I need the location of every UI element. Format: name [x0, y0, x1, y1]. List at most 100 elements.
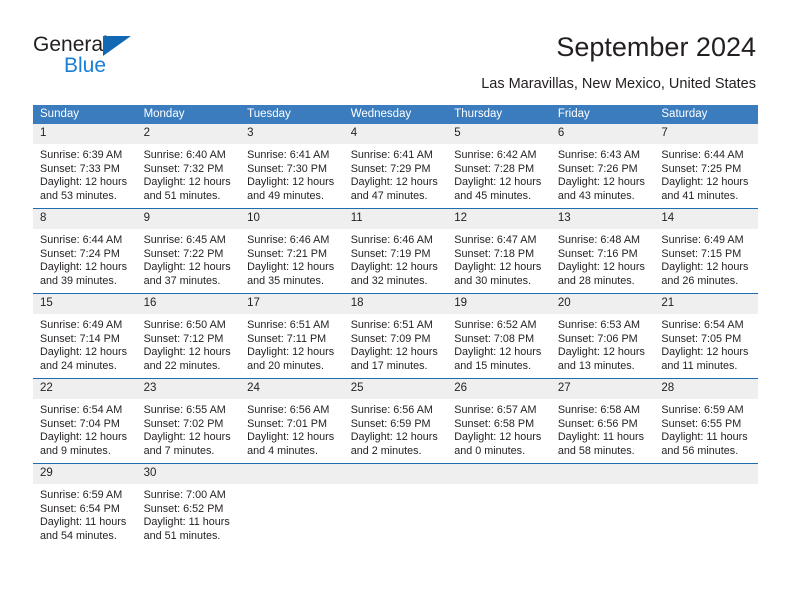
day-cell[interactable]: 1 Sunrise: 6:39 AM Sunset: 7:33 PM Dayli…: [33, 124, 137, 208]
sunrise-text: Sunrise: 6:54 AM: [661, 319, 744, 331]
sunrise-text: Sunrise: 6:41 AM: [247, 149, 330, 161]
daylight-text-line2: and 0 minutes.: [454, 444, 526, 457]
day-cell[interactable]: 19 Sunrise: 6:52 AM Sunset: 7:08 PM Dayl…: [447, 294, 551, 378]
sunrise-text: Sunrise: 6:55 AM: [143, 404, 226, 416]
day-number: 10: [240, 209, 344, 229]
day-number: 9: [136, 209, 241, 229]
day-cell[interactable]: 22 Sunrise: 6:54 AM Sunset: 7:04 PM Dayl…: [33, 379, 137, 463]
day-details: Sunrise: 6:54 AM Sunset: 7:05 PM Dayligh…: [654, 314, 758, 373]
day-cell[interactable]: 10 Sunrise: 6:46 AM Sunset: 7:21 PM Dayl…: [240, 209, 344, 293]
daylight-text-line1: Daylight: 11 hours: [661, 431, 748, 444]
sunset-text: Sunset: 7:02 PM: [143, 417, 224, 430]
daylight-text-line2: and 4 minutes.: [247, 444, 318, 457]
day-cell[interactable]: 25 Sunrise: 6:56 AM Sunset: 6:59 PM Dayl…: [343, 379, 448, 463]
daylight-text-line2: and 51 minutes.: [143, 189, 221, 202]
day-cell[interactable]: 21 Sunrise: 6:54 AM Sunset: 7:05 PM Dayl…: [654, 294, 758, 378]
daylight-text-line1: Daylight: 11 hours: [557, 431, 645, 444]
day-number: 19: [447, 294, 551, 314]
daylight-text-line2: and 20 minutes.: [247, 359, 324, 372]
day-cell[interactable]: 7 Sunrise: 6:44 AM Sunset: 7:25 PM Dayli…: [654, 124, 758, 208]
day-cell[interactable]: 2 Sunrise: 6:40 AM Sunset: 7:32 PM Dayli…: [136, 124, 241, 208]
day-number: 27: [550, 379, 655, 399]
daylight-text-line2: and 53 minutes.: [40, 189, 117, 202]
sunset-text: Sunset: 7:12 PM: [143, 332, 224, 345]
sunrise-text: Sunrise: 6:43 AM: [557, 149, 641, 161]
day-number: [550, 464, 655, 484]
day-cell[interactable]: 16 Sunrise: 6:50 AM Sunset: 7:12 PM Dayl…: [136, 294, 241, 378]
day-cell-empty: [447, 464, 551, 548]
day-number: 28: [654, 379, 758, 399]
day-cell[interactable]: 27 Sunrise: 6:58 AM Sunset: 6:56 PM Dayl…: [550, 379, 655, 463]
day-cell[interactable]: 11 Sunrise: 6:46 AM Sunset: 7:19 PM Dayl…: [343, 209, 448, 293]
daylight-text-line2: and 51 minutes.: [143, 529, 221, 542]
day-number: 14: [654, 209, 758, 229]
weekday-header-sunday: Sunday: [33, 105, 137, 124]
day-cell[interactable]: 30 Sunrise: 7:00 AM Sunset: 6:52 PM Dayl…: [136, 464, 241, 548]
day-cell[interactable]: 18 Sunrise: 6:51 AM Sunset: 7:09 PM Dayl…: [343, 294, 448, 378]
sunrise-text: Sunrise: 6:44 AM: [661, 149, 744, 161]
daylight-text-line1: Daylight: 12 hours: [454, 176, 542, 189]
day-details: Sunrise: 6:49 AM Sunset: 7:14 PM Dayligh…: [33, 314, 137, 373]
day-cell[interactable]: 9 Sunrise: 6:45 AM Sunset: 7:22 PM Dayli…: [136, 209, 241, 293]
day-cell[interactable]: 24 Sunrise: 6:56 AM Sunset: 7:01 PM Dayl…: [240, 379, 344, 463]
sunrise-text: Sunrise: 6:42 AM: [454, 149, 537, 161]
day-cell[interactable]: 29 Sunrise: 6:59 AM Sunset: 6:54 PM Dayl…: [33, 464, 137, 548]
day-cell[interactable]: 26 Sunrise: 6:57 AM Sunset: 6:58 PM Dayl…: [447, 379, 551, 463]
sunrise-text: Sunrise: 6:52 AM: [454, 319, 537, 331]
weekday-header-row: Sunday Monday Tuesday Wednesday Thursday…: [33, 105, 758, 124]
daylight-text-line1: Daylight: 12 hours: [40, 261, 128, 274]
day-number: 17: [240, 294, 344, 314]
sunrise-text: Sunrise: 6:51 AM: [247, 319, 330, 331]
logo-text-blue: Blue: [64, 54, 107, 77]
daylight-text-line2: and 56 minutes.: [661, 444, 739, 457]
daylight-text-line2: and 32 minutes.: [350, 274, 428, 287]
day-cell[interactable]: 14 Sunrise: 6:49 AM Sunset: 7:15 PM Dayl…: [654, 209, 758, 293]
day-cell[interactable]: 23 Sunrise: 6:55 AM Sunset: 7:02 PM Dayl…: [136, 379, 241, 463]
sunset-text: Sunset: 7:06 PM: [557, 332, 638, 345]
weekday-header-friday: Friday: [550, 105, 655, 124]
day-number: [654, 464, 758, 484]
daylight-text-line2: and 35 minutes.: [247, 274, 324, 287]
day-cell[interactable]: 4 Sunrise: 6:41 AM Sunset: 7:29 PM Dayli…: [343, 124, 448, 208]
sunset-text: Sunset: 7:24 PM: [40, 247, 120, 260]
sunset-text: Sunset: 7:33 PM: [40, 162, 120, 175]
daylight-text-line1: Daylight: 12 hours: [143, 261, 231, 274]
daylight-text-line2: and 22 minutes.: [143, 359, 221, 372]
day-details: Sunrise: 6:51 AM Sunset: 7:11 PM Dayligh…: [240, 314, 344, 373]
sunset-text: Sunset: 7:32 PM: [143, 162, 224, 175]
sunset-text: Sunset: 6:55 PM: [661, 417, 742, 430]
day-cell[interactable]: 28 Sunrise: 6:59 AM Sunset: 6:55 PM Dayl…: [654, 379, 758, 463]
day-cell[interactable]: 8 Sunrise: 6:44 AM Sunset: 7:24 PM Dayli…: [33, 209, 137, 293]
day-cell[interactable]: 12 Sunrise: 6:47 AM Sunset: 7:18 PM Dayl…: [447, 209, 551, 293]
day-cell[interactable]: 5 Sunrise: 6:42 AM Sunset: 7:28 PM Dayli…: [447, 124, 551, 208]
day-cell[interactable]: 15 Sunrise: 6:49 AM Sunset: 7:14 PM Dayl…: [33, 294, 137, 378]
day-cell[interactable]: 6 Sunrise: 6:43 AM Sunset: 7:26 PM Dayli…: [550, 124, 655, 208]
sunset-text: Sunset: 6:58 PM: [454, 417, 535, 430]
daylight-text-line1: Daylight: 11 hours: [40, 516, 127, 529]
sunrise-text: Sunrise: 6:44 AM: [40, 234, 123, 246]
day-number: 22: [33, 379, 137, 399]
sunset-text: Sunset: 7:14 PM: [40, 332, 120, 345]
sunrise-text: Sunrise: 6:46 AM: [350, 234, 433, 246]
general-blue-logo[interactable]: General Blue: [33, 33, 213, 81]
day-cell-empty: [240, 464, 344, 548]
day-details: Sunrise: 6:43 AM Sunset: 7:26 PM Dayligh…: [551, 144, 655, 203]
sunrise-text: Sunrise: 6:51 AM: [350, 319, 433, 331]
day-number: 29: [33, 464, 137, 484]
daylight-text-line2: and 24 minutes.: [40, 359, 117, 372]
day-cell[interactable]: 13 Sunrise: 6:48 AM Sunset: 7:16 PM Dayl…: [550, 209, 655, 293]
day-details: Sunrise: 6:56 AM Sunset: 7:01 PM Dayligh…: [240, 399, 344, 458]
day-number: 26: [447, 379, 551, 399]
day-number: 30: [136, 464, 241, 484]
daylight-text-line1: Daylight: 12 hours: [661, 261, 749, 274]
sunrise-text: Sunrise: 6:39 AM: [40, 149, 123, 161]
day-cell[interactable]: 3 Sunrise: 6:41 AM Sunset: 7:30 PM Dayli…: [240, 124, 344, 208]
day-cell[interactable]: 20 Sunrise: 6:53 AM Sunset: 7:06 PM Dayl…: [550, 294, 655, 378]
day-details: Sunrise: 6:55 AM Sunset: 7:02 PM Dayligh…: [137, 399, 241, 458]
weekday-header-tuesday: Tuesday: [240, 105, 344, 124]
page-header: General Blue September 2024 Las Maravill…: [0, 0, 792, 100]
weekday-header-saturday: Saturday: [654, 105, 758, 124]
sunset-text: Sunset: 7:22 PM: [143, 247, 224, 260]
day-cell-empty: [654, 464, 758, 548]
day-cell[interactable]: 17 Sunrise: 6:51 AM Sunset: 7:11 PM Dayl…: [240, 294, 344, 378]
